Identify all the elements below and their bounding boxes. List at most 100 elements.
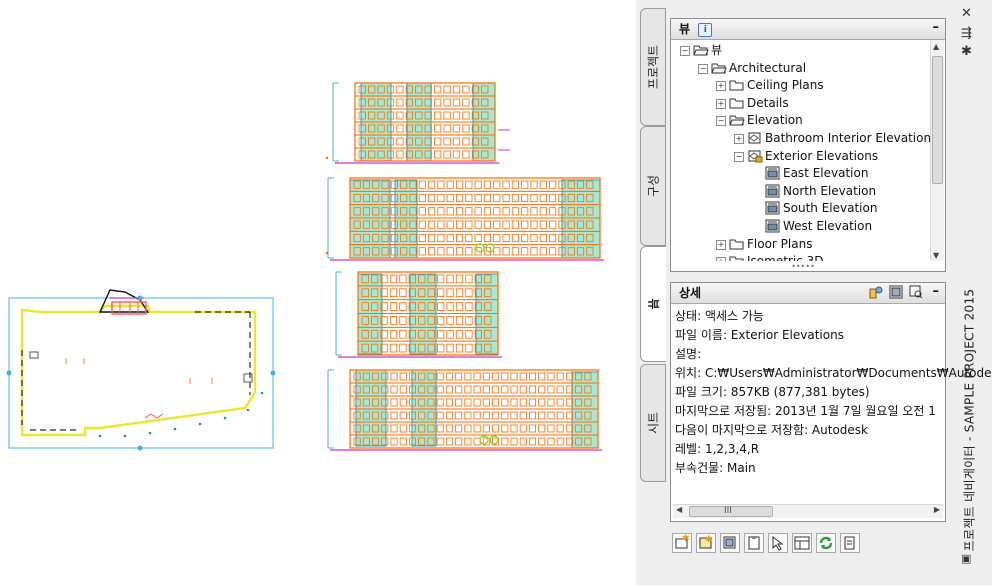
- add-view-icon: ✱: [675, 534, 690, 549]
- select-button[interactable]: [768, 533, 788, 553]
- detail-row: 상태: 액세스 가능: [675, 309, 764, 323]
- tree-item[interactable]: − Architectural: [672, 60, 930, 77]
- expand-icon[interactable]: +: [716, 257, 726, 261]
- refresh-icon: [819, 536, 833, 550]
- regenerate-button[interactable]: [720, 533, 740, 553]
- tab-constructs[interactable]: 구성: [640, 126, 666, 246]
- tree-item-label: Bathroom Interior Elevations: [765, 131, 930, 145]
- tree-item-label: Isometric 3D: [747, 253, 823, 261]
- minimize-icon[interactable]: –: [933, 18, 940, 38]
- tree-item[interactable]: − Exterior Elevations: [672, 148, 930, 165]
- details-toolbar: [867, 285, 923, 305]
- collapse-icon[interactable]: −: [734, 151, 744, 162]
- detail-row: 파일 크기: 857KB (877,381 bytes): [675, 385, 870, 399]
- collapse-icon[interactable]: −: [716, 116, 726, 127]
- detail-options-icon[interactable]: [869, 285, 883, 299]
- palette-menu-icon[interactable]: ▣: [961, 552, 971, 565]
- scroll-right-icon[interactable]: ▶: [934, 505, 940, 514]
- tree-item-label: West Elevation: [783, 219, 873, 233]
- floor-plan: [6, 289, 276, 451]
- clipboard-button[interactable]: [744, 533, 764, 553]
- repath-button[interactable]: [840, 533, 860, 553]
- tab-project-label: 프로젝트: [646, 44, 661, 90]
- new-view-button[interactable]: ✱: [696, 533, 716, 553]
- detail-row: 마지막으로 저장됨: 2013년 1월 7일 월요일 오전 1: [675, 404, 936, 418]
- tree-item[interactable]: + Details: [672, 95, 930, 112]
- detail-row: 부속건물: Main: [675, 461, 756, 475]
- close-icon[interactable]: ✕: [961, 6, 972, 21]
- tree-item[interactable]: + Floor Plans: [672, 236, 930, 253]
- tab-project[interactable]: 프로젝트: [640, 8, 666, 126]
- tree-item[interactable]: East Elevation: [672, 165, 930, 182]
- select-icon: [772, 535, 784, 551]
- expand-icon[interactable]: +: [716, 239, 726, 250]
- detail-row: 파일 이름: Exterior Elevations: [675, 328, 844, 342]
- hscroll-grip: III: [724, 506, 732, 516]
- elevation-drawings: [325, 82, 604, 451]
- hscroll-thumb[interactable]: III: [689, 506, 773, 517]
- splitter-grip[interactable]: •••••: [791, 263, 815, 271]
- tree-item[interactable]: + Isometric 3D: [672, 253, 930, 261]
- scroll-thumb[interactable]: [932, 56, 943, 184]
- auto-hide-icon[interactable]: ⇶: [961, 26, 972, 41]
- scroll-left-icon[interactable]: ◀: [676, 505, 682, 514]
- detail-row: 설명:: [675, 347, 702, 361]
- tree-item[interactable]: − Elevation: [672, 112, 930, 129]
- svg-text:✱: ✱: [705, 535, 713, 545]
- folder-icon: [729, 254, 745, 261]
- tab-constructs-label: 구성: [646, 174, 661, 198]
- properties-button[interactable]: [792, 533, 812, 553]
- views-vertical-scrollbar[interactable]: ▲ ▼: [930, 40, 944, 261]
- tab-sheets-label: 시트: [646, 411, 661, 435]
- collapse-icon[interactable]: −: [698, 63, 708, 74]
- scroll-down-icon[interactable]: ▼: [933, 251, 939, 260]
- side-tabs: 프로젝트 구성 뷰 시트: [636, 0, 670, 585]
- tree-item-label: Exterior Elevations: [765, 148, 879, 163]
- expand-icon[interactable]: +: [734, 134, 744, 144]
- refresh-button[interactable]: [816, 533, 836, 553]
- details-horizontal-scrollbar[interactable]: ◀ III ▶: [673, 504, 943, 518]
- palette-title-bar: ✕ ⇶ ✱ 프로젝트 네비게이터 - SAMPLE PROJECT 2015 ▣: [946, 0, 992, 585]
- collapse-icon[interactable]: −: [680, 46, 690, 56]
- svg-text:✱: ✱: [682, 534, 690, 544]
- tree-item-label: North Elevation: [783, 183, 877, 198]
- tree-item-label: Elevation: [747, 113, 803, 128]
- details-panel: 상세 – 상태: 액세스 가능파일 이름: Exterior Elevation…: [670, 282, 992, 522]
- detail-row: 위치: C:₩Users₩Administrator₩Documents₩Aut…: [675, 366, 992, 380]
- details-panel-header: 상세 –: [671, 283, 945, 304]
- tree-item-label: 뷰: [711, 43, 723, 57]
- tab-views[interactable]: 뷰: [640, 246, 666, 362]
- tree-item-label: Architectural: [729, 60, 807, 75]
- drawing-svg: [6, 82, 604, 451]
- tree-item-label: South Elevation: [783, 201, 878, 216]
- new-view-icon: ✱: [699, 535, 713, 549]
- clipboard-icon: [748, 536, 760, 550]
- tree-item[interactable]: West Elevation: [672, 218, 930, 235]
- properties-icon: [794, 536, 810, 550]
- drawing-canvas[interactable]: [0, 0, 636, 585]
- details-minimize-icon[interactable]: –: [933, 282, 940, 302]
- tree-item[interactable]: − 뷰: [672, 42, 930, 59]
- repath-icon: [844, 536, 855, 550]
- info-icon[interactable]: i: [698, 22, 713, 37]
- tree-item[interactable]: + Ceiling Plans: [672, 77, 930, 94]
- add-view-button[interactable]: ✱: [672, 533, 692, 553]
- scroll-up-icon[interactable]: ▲: [933, 42, 939, 51]
- settings-icon[interactable]: ✱: [961, 44, 972, 59]
- detail-row: 다음이 마지막으로 저장함: Autodesk: [675, 423, 868, 437]
- view-tree: − 뷰 − Architectural + Ceiling Plans + Details − E…: [672, 40, 930, 261]
- tree-item[interactable]: South Elevation: [672, 200, 930, 217]
- tree-item[interactable]: North Elevation: [672, 183, 930, 200]
- tree-item-label: Floor Plans: [747, 236, 813, 251]
- palette-title: 프로젝트 네비게이터 - SAMPLE PROJECT 2015: [962, 288, 977, 552]
- expand-icon[interactable]: +: [716, 98, 726, 109]
- regenerate-icon: [723, 536, 736, 549]
- expand-icon[interactable]: +: [716, 81, 726, 92]
- tree-item-label: Ceiling Plans: [747, 78, 824, 93]
- layout-icon[interactable]: [889, 285, 903, 299]
- tab-views-label: 뷰: [646, 298, 660, 310]
- tree-item-label: East Elevation: [783, 166, 869, 181]
- tree-item[interactable]: + Bathroom Interior Elevations: [672, 130, 930, 147]
- preview-icon[interactable]: [909, 285, 923, 299]
- tab-sheets[interactable]: 시트: [640, 364, 666, 482]
